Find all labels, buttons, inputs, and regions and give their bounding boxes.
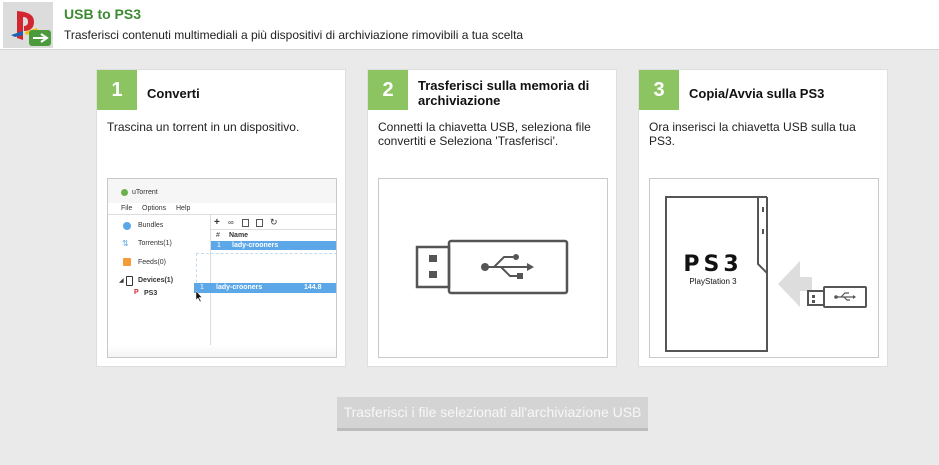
step-description: Ora inserisci la chiavetta USB sulla tua… xyxy=(649,120,856,148)
step-number-badge: 2 xyxy=(368,70,408,110)
ps3-logo: PS3 xyxy=(683,252,743,277)
ps3-device-icon: P xyxy=(134,289,139,296)
utorrent-illustration: uTorrent File Options Help Bundles ⇅ Tor… xyxy=(107,178,337,358)
mouse-cursor-icon xyxy=(196,291,203,302)
step-title: Trasferisci sulla memoria di archiviazio… xyxy=(418,78,590,108)
sidebar-feeds: Feeds(0) xyxy=(138,259,167,266)
sidebar-devices: Devices(1) xyxy=(138,277,174,284)
ps3-label: PlayStation 3 xyxy=(689,277,737,286)
sidebar-bundles: Bundles xyxy=(138,222,164,229)
device-icon xyxy=(126,276,133,286)
utorrent-app-name: uTorrent xyxy=(132,189,158,196)
step-number-badge: 1 xyxy=(97,70,137,110)
torrents-icon: ⇅ xyxy=(122,239,129,248)
menu-file: File xyxy=(121,205,133,212)
document-icon xyxy=(242,219,249,227)
add-icon: + xyxy=(214,217,220,228)
usb-stick-icon xyxy=(415,239,569,295)
torrent-row-name: lady-crooners xyxy=(232,242,279,249)
ps3-console-illustration: PS3 PlayStation 3 xyxy=(649,178,879,358)
refresh-icon: ↻ xyxy=(270,217,278,227)
menu-options: Options xyxy=(142,205,167,212)
step-panel-convert: 1 Converti Trascina un torrent in un dis… xyxy=(96,69,346,367)
drag-ghost-size: 144.8 xyxy=(304,284,322,291)
usb-stick-illustration xyxy=(378,178,608,358)
bundles-icon xyxy=(123,222,131,230)
step-description: Connetti la chiavetta USB, seleziona fil… xyxy=(378,120,591,148)
expand-triangle-icon: ◢ xyxy=(119,278,124,284)
column-hash: # xyxy=(216,232,220,239)
torrent-row-index: 1 xyxy=(217,242,221,249)
drag-ghost-index: 1 xyxy=(200,284,204,291)
usb-to-ps3-app-icon xyxy=(3,2,53,48)
step-number-badge: 3 xyxy=(639,70,679,110)
app-header: USB to PS3 Trasferisci contenuti multime… xyxy=(0,0,939,50)
step-title: Converti xyxy=(147,85,200,101)
drag-ghost-name: lady-crooners xyxy=(216,284,263,291)
step-title: Copia/Avvia sulla PS3 xyxy=(689,85,825,101)
step-panel-transfer: 2 Trasferisci sulla memoria di archiviaz… xyxy=(367,69,617,367)
feeds-icon xyxy=(123,258,131,266)
menu-help: Help xyxy=(176,205,191,212)
step-description: Trascina un torrent in un dispositivo. xyxy=(107,120,300,134)
transfer-to-usb-button[interactable]: Trasferisci i file selezionati all'archi… xyxy=(337,397,648,431)
trash-icon xyxy=(256,219,263,227)
link-icon: ∞ xyxy=(228,218,234,227)
sidebar-ps3: PS3 xyxy=(144,290,158,297)
column-name: Name xyxy=(229,232,249,239)
app-title: USB to PS3 xyxy=(64,6,142,22)
step-panel-ps3: 3 Copia/Avvia sulla PS3 Ora inserisci la… xyxy=(638,69,888,367)
app-subtitle: Trasferisci contenuti multimediali a più… xyxy=(64,28,524,42)
utorrent-window-mock: uTorrent File Options Help Bundles ⇅ Tor… xyxy=(108,179,336,357)
utorrent-logo-icon xyxy=(121,189,128,196)
sidebar-torrents: Torrents(1) xyxy=(138,240,172,247)
